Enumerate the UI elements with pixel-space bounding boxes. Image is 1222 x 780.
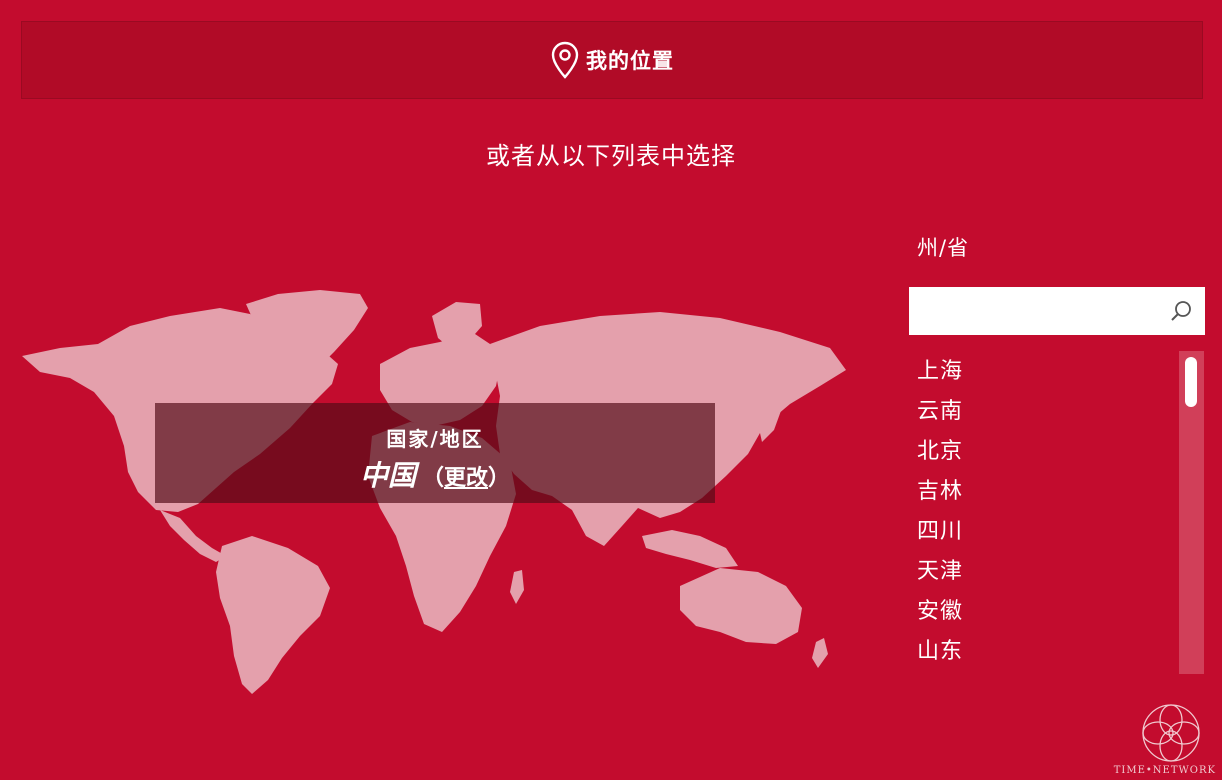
state-item[interactable]: 四川 [917, 512, 963, 552]
change-country-link[interactable]: 更改 [444, 466, 488, 491]
state-item[interactable]: 上海 [917, 352, 963, 392]
state-item[interactable]: 北京 [917, 432, 963, 472]
state-list: 上海 云南 北京 吉林 四川 天津 安徽 山东 [917, 352, 963, 672]
country-label: 国家/地区 [386, 427, 484, 451]
location-pin-icon [550, 40, 580, 80]
state-item[interactable]: 云南 [917, 392, 963, 432]
choose-from-list-hint: 或者从以下列表中选择 [486, 142, 736, 170]
map-region-new-zealand [812, 638, 828, 668]
change-close-paren: ） [488, 466, 511, 491]
my-location-label: 我的位置 [586, 49, 674, 73]
state-item[interactable]: 安徽 [917, 592, 963, 632]
state-province-label: 州/省 [917, 236, 970, 260]
state-search-input[interactable] [909, 287, 1159, 335]
selected-country: 中国 [359, 459, 416, 492]
state-item[interactable]: 吉林 [917, 472, 963, 512]
map-region-southeast-asia [642, 530, 738, 568]
map-region-south-america [216, 536, 330, 694]
map-region-central-america [160, 510, 226, 562]
state-item[interactable]: 天津 [917, 552, 963, 592]
scrollbar-thumb[interactable] [1185, 357, 1197, 407]
brand-name: TIME•NETWORK [1113, 765, 1216, 776]
state-item[interactable]: 山东 [917, 632, 963, 672]
knot-logo-icon [1142, 704, 1200, 762]
my-location-button[interactable]: 我的位置 [21, 21, 1203, 99]
map-region-madagascar [510, 570, 524, 604]
country-value-row: 中国 （更改） [155, 454, 715, 494]
state-search-box [909, 287, 1205, 335]
search-icon[interactable] [1169, 299, 1193, 323]
change-open-paren: （ [421, 466, 444, 491]
country-selector: 国家/地区 中国 （更改） [155, 403, 715, 503]
map-region-australia [680, 568, 802, 644]
